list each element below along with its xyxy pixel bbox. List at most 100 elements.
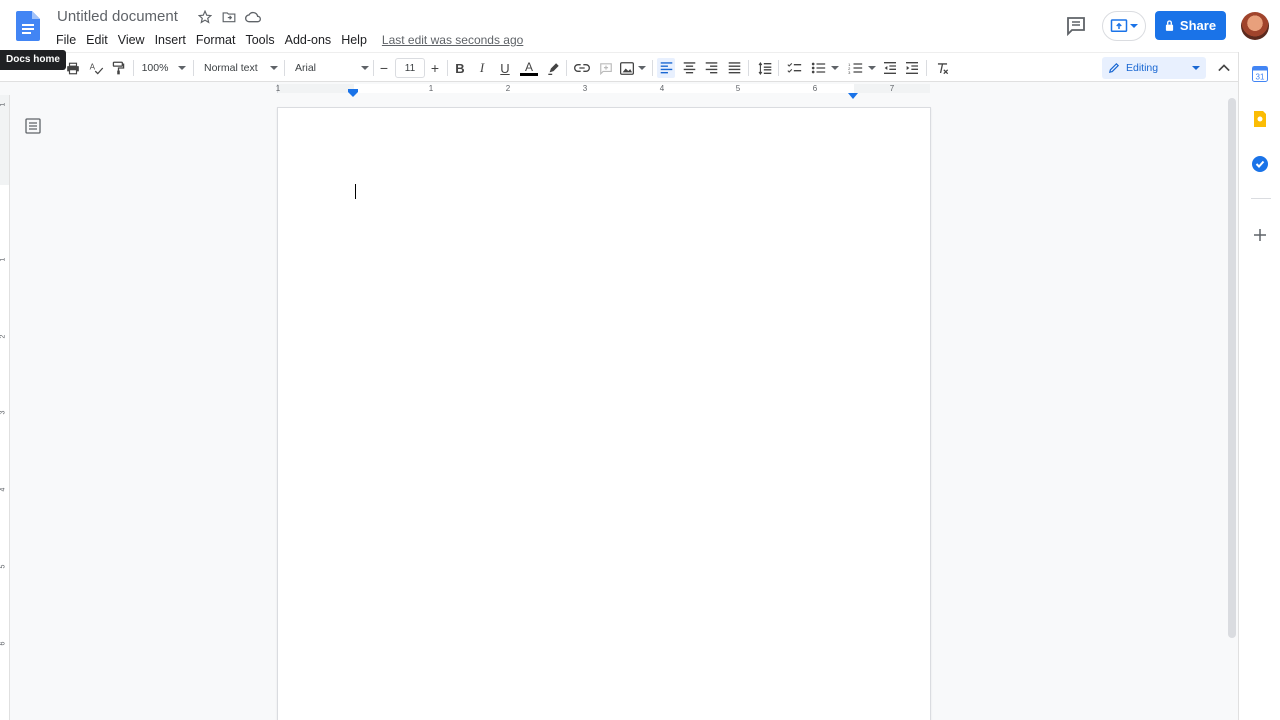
- decrease-font-size-icon[interactable]: −: [377, 58, 391, 78]
- toolbar-divider: [748, 60, 749, 76]
- vruler-number: 3: [0, 410, 7, 415]
- menu-tools[interactable]: Tools: [240, 30, 279, 50]
- vruler-top-margin: [0, 95, 9, 185]
- underline-icon[interactable]: U: [497, 58, 513, 78]
- insert-link-icon[interactable]: [573, 58, 591, 78]
- align-right-icon[interactable]: [702, 58, 720, 78]
- hide-menus-icon[interactable]: [1216, 58, 1232, 78]
- document-title[interactable]: Untitled document: [57, 8, 178, 26]
- header: Untitled document File Edit View Insert …: [0, 0, 1280, 52]
- menu-file[interactable]: File: [51, 30, 81, 50]
- toolbar-divider: [373, 60, 374, 76]
- cloud-saved-icon[interactable]: [244, 8, 262, 26]
- editing-mode-select[interactable]: Editing: [1102, 57, 1206, 79]
- comment-history-icon[interactable]: [1064, 14, 1088, 38]
- zoom-value: 100%: [141, 62, 169, 74]
- toolbar: A 100% Normal text Arial − 11 + B I U A: [0, 52, 1238, 82]
- text-cursor: [355, 184, 356, 199]
- toolbar-divider: [133, 60, 134, 76]
- ruler-left-margin: [278, 84, 354, 93]
- ruler-number: 2: [505, 84, 511, 93]
- ruler-number: 1: [275, 84, 281, 93]
- ruler-number: 5: [735, 84, 741, 93]
- avatar[interactable]: [1241, 12, 1269, 40]
- ruler-number: 7: [889, 84, 895, 93]
- chevron-down-icon: [178, 66, 187, 70]
- print-icon[interactable]: [64, 58, 82, 78]
- vruler-number: 4: [0, 487, 7, 492]
- clear-formatting-icon[interactable]: [933, 58, 951, 78]
- svg-text:A: A: [89, 62, 95, 71]
- vruler-number: 2: [0, 334, 7, 339]
- vruler-number: 5: [0, 564, 7, 569]
- vertical-ruler: 1 1 2 3 4 5 6: [0, 95, 10, 720]
- calendar-day-label: 31: [1256, 73, 1265, 82]
- chevron-down-icon: [868, 66, 876, 70]
- text-color-icon[interactable]: A: [519, 58, 539, 78]
- menu-edit[interactable]: Edit: [81, 30, 113, 50]
- ruler-number: 1: [428, 84, 434, 93]
- chevron-down-icon: [1130, 24, 1138, 28]
- menu-format[interactable]: Format: [191, 30, 241, 50]
- chevron-down-icon: [831, 66, 839, 70]
- chevron-down-icon: [638, 66, 646, 70]
- italic-icon[interactable]: I: [474, 58, 490, 78]
- line-spacing-icon[interactable]: [755, 58, 773, 78]
- tasks-icon[interactable]: [1252, 156, 1268, 172]
- paragraph-style-select[interactable]: Normal text: [200, 58, 278, 78]
- numbered-list-icon[interactable]: 123: [846, 58, 878, 78]
- insert-image-icon[interactable]: [619, 58, 647, 78]
- horizontal-ruler: 1 1 2 3 4 5 6 7: [0, 82, 1238, 99]
- present-icon: [1110, 19, 1128, 32]
- increase-indent-icon[interactable]: [903, 58, 921, 78]
- menu-insert[interactable]: Insert: [150, 30, 191, 50]
- decrease-indent-icon[interactable]: [881, 58, 899, 78]
- get-add-ons-icon[interactable]: [1252, 227, 1268, 243]
- menu-view[interactable]: View: [113, 30, 150, 50]
- docs-logo-icon[interactable]: [16, 11, 40, 41]
- tooltip-docs-home: Docs home: [0, 50, 66, 70]
- right-indent-marker[interactable]: [848, 86, 858, 99]
- left-indent-marker[interactable]: [348, 84, 358, 97]
- checklist-icon[interactable]: [785, 58, 803, 78]
- title-icons: [196, 8, 262, 26]
- menubar: File Edit View Insert Format Tools Add-o…: [51, 30, 523, 50]
- font-select[interactable]: Arial: [291, 58, 369, 78]
- bulleted-list-icon[interactable]: [809, 58, 841, 78]
- calendar-icon[interactable]: 31: [1252, 66, 1268, 82]
- toolbar-divider: [778, 60, 779, 76]
- document-page[interactable]: [277, 107, 931, 720]
- pencil-icon: [1108, 62, 1120, 74]
- present-button[interactable]: [1102, 11, 1146, 41]
- justify-icon[interactable]: [725, 58, 743, 78]
- highlight-icon[interactable]: [545, 58, 561, 78]
- svg-text:3: 3: [848, 70, 851, 74]
- vruler-number: 6: [0, 641, 7, 646]
- menu-add-ons[interactable]: Add-ons: [280, 30, 337, 50]
- document-outline-icon[interactable]: [25, 118, 41, 134]
- bold-icon[interactable]: B: [452, 58, 468, 78]
- editing-mode-label: Editing: [1126, 62, 1159, 74]
- align-left-icon[interactable]: [657, 58, 675, 78]
- chevron-down-icon: [270, 66, 278, 70]
- vruler-number: 1: [0, 257, 7, 262]
- scrollbar[interactable]: [1228, 98, 1236, 638]
- menu-help[interactable]: Help: [336, 30, 372, 50]
- keep-icon[interactable]: [1252, 111, 1268, 127]
- add-comment-icon[interactable]: [597, 58, 615, 78]
- move-folder-icon[interactable]: [220, 8, 238, 26]
- paint-format-icon[interactable]: [109, 58, 127, 78]
- last-edit-link[interactable]: Last edit was seconds ago: [382, 33, 523, 47]
- share-button[interactable]: Share: [1155, 11, 1226, 40]
- toolbar-divider: [566, 60, 567, 76]
- chevron-down-icon: [1192, 66, 1200, 70]
- toolbar-divider: [284, 60, 285, 76]
- increase-font-size-icon[interactable]: +: [428, 58, 442, 78]
- spellcheck-icon[interactable]: A: [87, 58, 105, 78]
- zoom-select[interactable]: 100%: [139, 58, 189, 78]
- star-icon[interactable]: [196, 8, 214, 26]
- style-value: Normal text: [204, 62, 258, 74]
- align-center-icon[interactable]: [680, 58, 698, 78]
- side-panel: 31: [1238, 52, 1280, 720]
- font-size-input[interactable]: 11: [395, 58, 425, 78]
